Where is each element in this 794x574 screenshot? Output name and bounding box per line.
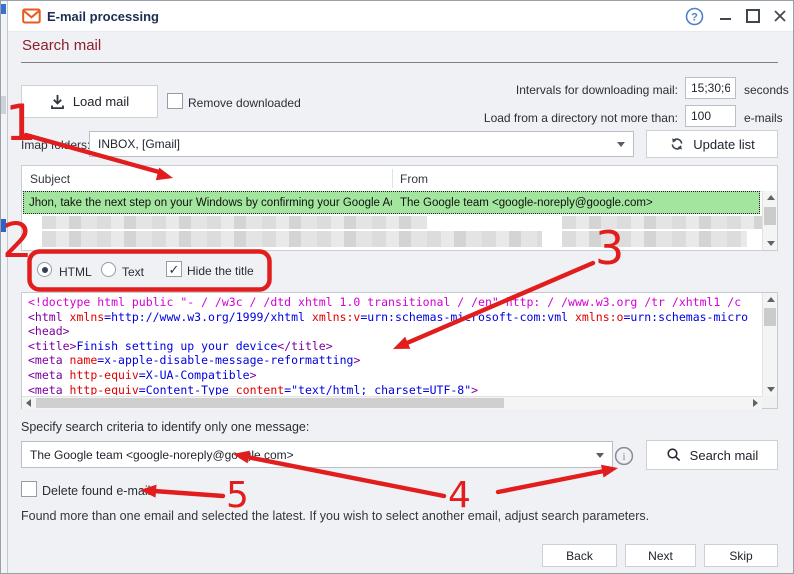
scroll-down-icon[interactable]: [763, 237, 778, 250]
close-icon: [773, 9, 787, 23]
load-mail-button[interactable]: Load mail: [21, 85, 158, 118]
mail-row-selected[interactable]: Jhon, take the next step on your Windows…: [23, 191, 760, 214]
remove-downloaded-checkbox[interactable]: [167, 93, 183, 109]
scrollbar-thumb[interactable]: [764, 308, 776, 326]
scrollbar-thumb[interactable]: [36, 398, 504, 408]
help-icon: ?: [685, 7, 704, 26]
skip-button[interactable]: Skip: [704, 544, 778, 567]
hide-title-label: Hide the title: [187, 264, 254, 278]
scrollbar-corner: [762, 396, 777, 408]
load-mail-label: Load mail: [73, 94, 129, 109]
radio-text-label: Text: [122, 265, 144, 279]
redacted-mail-row: [562, 216, 762, 229]
directory-limit-input[interactable]: [685, 105, 736, 127]
status-message: Found more than one email and selected t…: [21, 509, 766, 523]
radio-html[interactable]: [37, 262, 52, 277]
scroll-left-icon[interactable]: [22, 397, 35, 409]
remove-downloaded-label: Remove downloaded: [188, 96, 301, 110]
scrollbar-thumb[interactable]: [764, 207, 776, 225]
help-button[interactable]: ?: [684, 6, 704, 26]
maximize-button[interactable]: [743, 6, 763, 26]
minimize-icon: [720, 18, 731, 20]
imap-folders-dropdown[interactable]: INBOX, [Gmail]: [89, 131, 634, 157]
column-divider: [392, 169, 393, 188]
mail-list-header: Subject From: [22, 166, 777, 192]
column-header-from[interactable]: From: [400, 172, 428, 186]
imap-folders-value: INBOX, [Gmail]: [98, 137, 180, 151]
scroll-up-icon[interactable]: [763, 191, 778, 204]
section-divider: [21, 62, 778, 63]
code-scrollbar-horizontal[interactable]: [22, 396, 762, 409]
chevron-down-icon: [617, 142, 625, 147]
mail-row-subject: Jhon, take the next step on your Windows…: [29, 197, 392, 209]
intervals-input[interactable]: [685, 77, 736, 99]
mail-row-from: The Google team <google-noreply@google.c…: [400, 197, 653, 209]
annotation-arrow-5: [154, 491, 223, 496]
page-title: Search mail: [22, 37, 101, 54]
delete-found-email-checkbox[interactable]: [21, 481, 37, 497]
code-scrollbar-vertical[interactable]: [762, 293, 777, 396]
html-source-panel: <!doctype html public "- / /w3c / /dtd x…: [21, 292, 778, 409]
redacted-mail-row: [42, 231, 542, 247]
update-list-button[interactable]: Update list: [646, 130, 778, 158]
maximize-icon: [746, 9, 760, 23]
close-button[interactable]: [770, 6, 790, 26]
scroll-down-icon[interactable]: [763, 383, 778, 396]
minimize-button[interactable]: [715, 6, 735, 26]
radio-text[interactable]: [101, 262, 116, 277]
next-button[interactable]: Next: [625, 544, 696, 567]
delete-found-email-label: Delete found e-mail: [42, 484, 150, 498]
background-mark: [1, 96, 6, 114]
background-mark: [1, 4, 6, 14]
search-criteria-dropdown[interactable]: The Google team <google-noreply@google.c…: [21, 441, 613, 468]
html-source-view[interactable]: <!doctype html public "- / /w3c / /dtd x…: [28, 295, 760, 395]
redacted-mail-row: [562, 231, 747, 247]
redacted-mail-row: [42, 216, 427, 229]
mail-list-scrollbar[interactable]: [762, 191, 777, 250]
email-processing-dialog: E-mail processing ? Search mail Load mai…: [0, 0, 794, 574]
download-icon: [50, 94, 65, 110]
scroll-up-icon[interactable]: [763, 293, 778, 306]
background-app-edge: [1, 1, 8, 574]
chevron-down-icon: [596, 453, 604, 458]
mail-list: Subject From Jhon, take the next step on…: [21, 165, 778, 251]
update-list-label: Update list: [693, 137, 754, 152]
refresh-icon: [669, 136, 685, 152]
search-criteria-label: Specify search criteria to identify only…: [21, 420, 309, 434]
search-mail-button[interactable]: Search mail: [646, 440, 778, 470]
email-envelope-icon: [22, 8, 41, 24]
check-icon: ✓: [169, 263, 180, 276]
back-button[interactable]: Back: [542, 544, 617, 567]
search-icon: [666, 447, 682, 463]
hide-title-checkbox[interactable]: ✓: [166, 261, 182, 277]
info-icon[interactable]: i: [614, 446, 634, 466]
radio-html-label: HTML: [59, 265, 92, 279]
column-header-subject[interactable]: Subject: [30, 172, 70, 186]
svg-text:?: ?: [691, 11, 698, 23]
directory-unit-label: e-mails: [744, 111, 783, 125]
svg-text:i: i: [622, 451, 625, 463]
search-criteria-value: The Google team <google-noreply@google.c…: [30, 448, 294, 462]
window-title: E-mail processing: [47, 9, 159, 24]
intervals-label: Intervals for downloading mail:: [431, 83, 678, 97]
intervals-unit-label: seconds: [744, 83, 789, 97]
scroll-right-icon[interactable]: [749, 397, 762, 409]
search-mail-label: Search mail: [690, 448, 759, 463]
directory-limit-label: Load from a directory not more than:: [401, 111, 678, 125]
annotation-arrow-4b: [498, 471, 604, 492]
background-mark: [1, 219, 6, 232]
imap-folders-label: Imap folders:: [21, 138, 90, 152]
